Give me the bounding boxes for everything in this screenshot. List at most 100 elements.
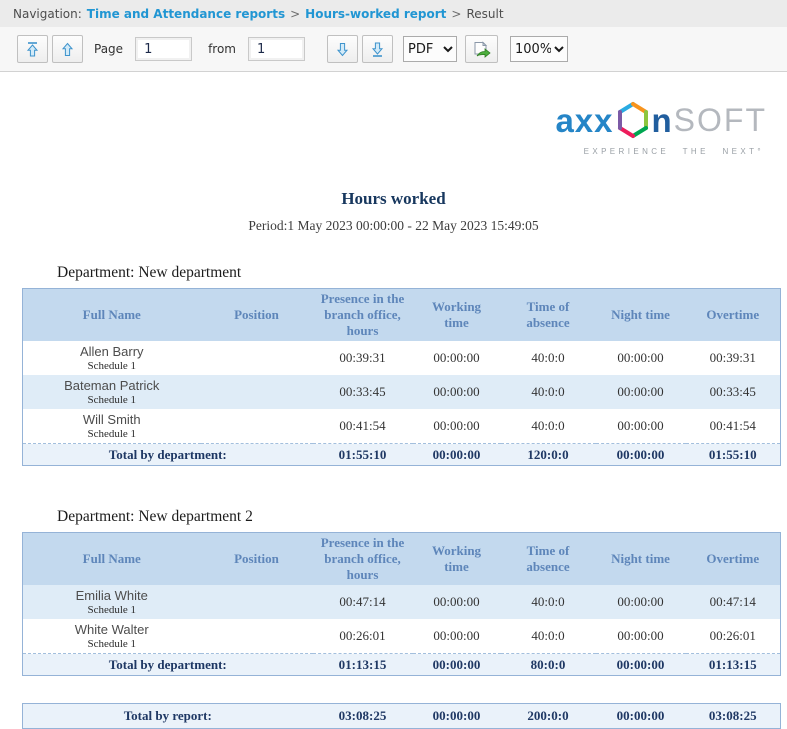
employee-schedule: Schedule 1: [27, 394, 197, 407]
logo-text-n: n: [652, 104, 672, 137]
table-header-row: Full Name Position Presence in the branc…: [23, 533, 781, 586]
first-page-button[interactable]: [17, 35, 48, 63]
cell-time-of-absence: 40:0:0: [501, 375, 596, 409]
cell-working-time: 00:00:00: [413, 375, 501, 409]
page-label: Page: [94, 42, 123, 56]
breadcrumb-link-time-attendance[interactable]: Time and Attendance reports: [87, 7, 285, 21]
total-overtime: 01:55:10: [686, 444, 781, 466]
report-total-working-time: 00:00:00: [413, 704, 501, 729]
report-total-label: Total by report:: [23, 704, 313, 729]
logo-text-axx: axx: [555, 104, 613, 137]
department-total-row: Total by department: 01:55:10 00:00:00 1…: [23, 444, 781, 466]
table-row: Allen Barry Schedule 1 00:39:31 00:00:00…: [23, 341, 781, 375]
table-row: White Walter Schedule 1 00:26:01 00:00:0…: [23, 619, 781, 654]
column-header-night-time: Night time: [596, 533, 686, 586]
column-header-full-name: Full Name: [23, 289, 201, 342]
employee-cell: White Walter Schedule 1: [23, 619, 201, 654]
report-period: Period:1 May 2023 00:00:00 - 22 May 2023…: [0, 218, 787, 234]
total-label: Total by department:: [23, 654, 313, 676]
column-header-working-time: Working time: [413, 289, 501, 342]
zoom-level-select[interactable]: 100%: [510, 36, 568, 62]
employee-cell: Bateman Patrick Schedule 1: [23, 375, 201, 409]
total-overtime: 01:13:15: [686, 654, 781, 676]
report-total-time-of-absence: 200:0:0: [501, 704, 596, 729]
total-presence: 01:13:15: [313, 654, 413, 676]
cell-time-of-absence: 40:0:0: [501, 341, 596, 375]
total-working-time: 00:00:00: [413, 654, 501, 676]
total-working-time: 00:00:00: [413, 444, 501, 466]
total-night-time: 00:00:00: [596, 444, 686, 466]
from-label: from: [208, 42, 236, 56]
cell-presence: 00:33:45: [313, 375, 413, 409]
arrow-down-icon: [335, 41, 350, 58]
column-header-overtime: Overtime: [686, 533, 781, 586]
department-label-2: Department: New department 2: [57, 508, 787, 526]
employee-schedule: Schedule 1: [27, 604, 197, 617]
report-total-table: Total by report: 03:08:25 00:00:00 200:0…: [22, 703, 781, 729]
cell-working-time: 00:00:00: [413, 585, 501, 619]
employee-cell: Emilia White Schedule 1: [23, 585, 201, 619]
column-header-full-name: Full Name: [23, 533, 201, 586]
employee-name: Allen Barry: [27, 343, 197, 360]
total-night-time: 00:00:00: [596, 654, 686, 676]
breadcrumb-current: Result: [466, 7, 503, 21]
department-table-1: Full Name Position Presence in the branc…: [22, 288, 781, 466]
cell-time-of-absence: 40:0:0: [501, 619, 596, 654]
next-page-button[interactable]: [327, 35, 358, 63]
report-total-row: Total by report: 03:08:25 00:00:00 200:0…: [23, 704, 781, 729]
employee-schedule: Schedule 1: [27, 428, 197, 441]
cell-position: [201, 619, 313, 654]
report-body: axx n SOFT EXPERIENCE THE NEXT° Hours wo…: [0, 72, 787, 729]
breadcrumb-link-hours-worked[interactable]: Hours-worked report: [305, 7, 446, 21]
cell-overtime: 00:39:31: [686, 341, 781, 375]
previous-page-button[interactable]: [52, 35, 83, 63]
total-time-of-absence: 120:0:0: [501, 444, 596, 466]
cell-time-of-absence: 40:0:0: [501, 409, 596, 444]
total-presence: 01:55:10: [313, 444, 413, 466]
cell-night-time: 00:00:00: [596, 585, 686, 619]
export-format-select[interactable]: PDF: [403, 36, 457, 62]
employee-name: Emilia White: [27, 587, 197, 604]
department-table-2: Full Name Position Presence in the branc…: [22, 532, 781, 676]
table-row: Bateman Patrick Schedule 1 00:33:45 00:0…: [23, 375, 781, 409]
cell-night-time: 00:00:00: [596, 375, 686, 409]
cell-overtime: 00:47:14: [686, 585, 781, 619]
cell-position: [201, 375, 313, 409]
cell-presence: 00:39:31: [313, 341, 413, 375]
employee-name: Bateman Patrick: [27, 377, 197, 394]
export-button[interactable]: [465, 35, 498, 63]
cell-working-time: 00:00:00: [413, 409, 501, 444]
arrow-up-to-bar-icon: [25, 41, 40, 58]
cell-working-time: 00:00:00: [413, 341, 501, 375]
cell-overtime: 00:26:01: [686, 619, 781, 654]
last-page-button[interactable]: [362, 35, 393, 63]
page-number-input[interactable]: [135, 37, 192, 61]
employee-cell: Allen Barry Schedule 1: [23, 341, 201, 375]
breadcrumb-separator: >: [451, 7, 461, 21]
cell-working-time: 00:00:00: [413, 619, 501, 654]
cell-position: [201, 585, 313, 619]
page-title: Hours worked: [0, 189, 787, 209]
arrow-up-icon: [60, 41, 75, 58]
cell-night-time: 00:00:00: [596, 409, 686, 444]
employee-schedule: Schedule 1: [27, 638, 197, 651]
cell-presence: 00:47:14: [313, 585, 413, 619]
total-time-of-absence: 80:0:0: [501, 654, 596, 676]
employee-name: White Walter: [27, 621, 197, 638]
column-header-time-of-absence: Time of absence: [501, 533, 596, 586]
report-total-night-time: 00:00:00: [596, 704, 686, 729]
breadcrumb-prefix: Navigation:: [13, 7, 82, 21]
report-total-overtime: 03:08:25: [686, 704, 781, 729]
breadcrumb-separator: >: [290, 7, 300, 21]
cell-position: [201, 341, 313, 375]
total-pages-input[interactable]: [248, 37, 305, 61]
logo-tagline: EXPERIENCE THE NEXT°: [584, 147, 767, 156]
employee-name: Will Smith: [27, 411, 197, 428]
column-header-working-time: Working time: [413, 533, 501, 586]
employee-schedule: Schedule 1: [27, 360, 197, 373]
column-header-night-time: Night time: [596, 289, 686, 342]
column-header-overtime: Overtime: [686, 289, 781, 342]
table-row: Emilia White Schedule 1 00:47:14 00:00:0…: [23, 585, 781, 619]
arrow-down-to-bar-icon: [370, 41, 385, 58]
column-header-position: Position: [201, 289, 313, 342]
